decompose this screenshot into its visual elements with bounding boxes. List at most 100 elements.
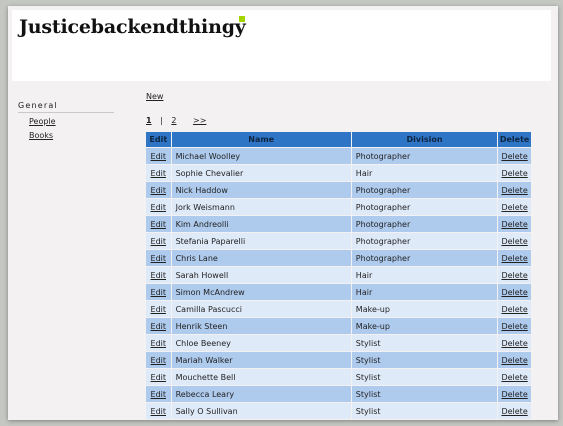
table-row: Edit Sally O Sullivan Stylist Delete <box>146 403 531 419</box>
edit-cell: Edit <box>146 216 171 232</box>
edit-link[interactable]: Edit <box>151 220 167 229</box>
name-cell: Mouchette Bell <box>171 369 351 385</box>
division-cell: Hair <box>351 284 498 300</box>
edit-link[interactable]: Edit <box>151 237 167 246</box>
table-row: Edit Jork Weismann Photographer Delete <box>146 199 531 215</box>
delete-cell: Delete <box>498 199 531 215</box>
table-body: Edit Michael Woolley Photographer Delete Edi… <box>146 148 531 419</box>
division-cell: Photographer <box>351 199 498 215</box>
delete-cell: Delete <box>498 403 531 419</box>
people-table: Edit Name Division Delete Edit Michael Wo… <box>145 131 532 420</box>
edit-cell: Edit <box>146 369 171 385</box>
delete-link[interactable]: Delete <box>501 356 527 365</box>
table-row: Edit Simon McAndrew Hair Delete <box>146 284 531 300</box>
edit-link[interactable]: Edit <box>151 186 167 195</box>
delete-cell: Delete <box>498 301 531 317</box>
division-cell: Hair <box>351 165 498 181</box>
edit-cell: Edit <box>146 199 171 215</box>
delete-link[interactable]: Delete <box>501 220 527 229</box>
edit-cell: Edit <box>146 182 171 198</box>
delete-link[interactable]: Delete <box>501 322 527 331</box>
edit-link[interactable]: Edit <box>151 390 167 399</box>
delete-cell: Delete <box>498 284 531 300</box>
edit-link[interactable]: Edit <box>151 339 167 348</box>
name-cell: Kim Andreolli <box>171 216 351 232</box>
delete-link[interactable]: Delete <box>501 305 527 314</box>
sidebar-item-people[interactable]: People <box>29 117 114 127</box>
edit-link[interactable]: Edit <box>151 288 167 297</box>
page-1-link[interactable]: 1 <box>146 116 152 125</box>
edit-link[interactable]: Edit <box>151 203 167 212</box>
delete-link[interactable]: Delete <box>501 407 527 416</box>
name-cell: Jork Weismann <box>171 199 351 215</box>
delete-cell: Delete <box>498 233 531 249</box>
column-header-division[interactable]: Division <box>351 132 498 147</box>
table-row: Edit Rebecca Leary Stylist Delete <box>146 386 531 402</box>
delete-link[interactable]: Delete <box>501 271 527 280</box>
division-cell: Photographer <box>351 148 498 164</box>
sidebar: General People Books <box>18 101 114 141</box>
page-header: Justicebackendthingy <box>12 10 551 81</box>
table-row: Edit Camilla Pascucci Make-up Delete <box>146 301 531 317</box>
delete-link[interactable]: Delete <box>501 288 527 297</box>
sidebar-item-books[interactable]: Books <box>29 131 114 141</box>
table-row: Edit Sophie Chevalier Hair Delete <box>146 165 531 181</box>
column-header-name[interactable]: Name <box>171 132 351 147</box>
edit-cell: Edit <box>146 165 171 181</box>
division-cell: Stylist <box>351 386 498 402</box>
edit-link[interactable]: Edit <box>151 254 167 263</box>
logo-accent-square <box>239 16 245 22</box>
division-cell: Photographer <box>351 182 498 198</box>
delete-link[interactable]: Delete <box>501 390 527 399</box>
table-row: Edit Nick Haddow Photographer Delete <box>146 182 531 198</box>
delete-cell: Delete <box>498 267 531 283</box>
page-2-link[interactable]: 2 <box>171 116 176 125</box>
delete-cell: Delete <box>498 165 531 181</box>
column-header-edit: Edit <box>146 132 171 147</box>
division-cell: Photographer <box>351 216 498 232</box>
table-row: Edit Henrik Steen Make-up Delete <box>146 318 531 334</box>
edit-link[interactable]: Edit <box>151 271 167 280</box>
edit-cell: Edit <box>146 301 171 317</box>
delete-cell: Delete <box>498 250 531 266</box>
delete-link[interactable]: Delete <box>501 186 527 195</box>
name-cell: Sarah Howell <box>171 267 351 283</box>
edit-link[interactable]: Edit <box>151 169 167 178</box>
delete-cell: Delete <box>498 318 531 334</box>
edit-cell: Edit <box>146 318 171 334</box>
division-cell: Make-up <box>351 318 498 334</box>
delete-link[interactable]: Delete <box>501 339 527 348</box>
name-cell: Mariah Walker <box>171 352 351 368</box>
sidebar-heading: General <box>18 101 114 113</box>
delete-link[interactable]: Delete <box>501 152 527 161</box>
edit-cell: Edit <box>146 403 171 419</box>
edit-link[interactable]: Edit <box>151 152 167 161</box>
next-page-link[interactable]: >> <box>193 116 206 125</box>
delete-link[interactable]: Delete <box>501 373 527 382</box>
edit-link[interactable]: Edit <box>151 407 167 416</box>
delete-link[interactable]: Delete <box>501 203 527 212</box>
edit-link[interactable]: Edit <box>151 322 167 331</box>
edit-cell: Edit <box>146 335 171 351</box>
delete-link[interactable]: Delete <box>501 254 527 263</box>
table-row: Edit Mouchette Bell Stylist Delete <box>146 369 531 385</box>
delete-link[interactable]: Delete <box>501 237 527 246</box>
new-record-link[interactable]: New <box>146 92 163 101</box>
name-cell: Michael Woolley <box>171 148 351 164</box>
edit-link[interactable]: Edit <box>151 373 167 382</box>
name-cell: Rebecca Leary <box>171 386 351 402</box>
delete-cell: Delete <box>498 386 531 402</box>
name-cell: Chloe Beeney <box>171 335 351 351</box>
name-cell: Henrik Steen <box>171 318 351 334</box>
site-logo[interactable]: Justicebackendthingy <box>19 16 246 38</box>
delete-link[interactable]: Delete <box>501 169 527 178</box>
column-header-delete: Delete <box>498 132 531 147</box>
pagination: 1 | 2 >> <box>146 116 206 125</box>
edit-link[interactable]: Edit <box>151 356 167 365</box>
name-cell: Stefania Paparelli <box>171 233 351 249</box>
edit-link[interactable]: Edit <box>151 305 167 314</box>
delete-cell: Delete <box>498 182 531 198</box>
edit-cell: Edit <box>146 267 171 283</box>
delete-cell: Delete <box>498 148 531 164</box>
table-header-row: Edit Name Division Delete <box>146 132 531 147</box>
